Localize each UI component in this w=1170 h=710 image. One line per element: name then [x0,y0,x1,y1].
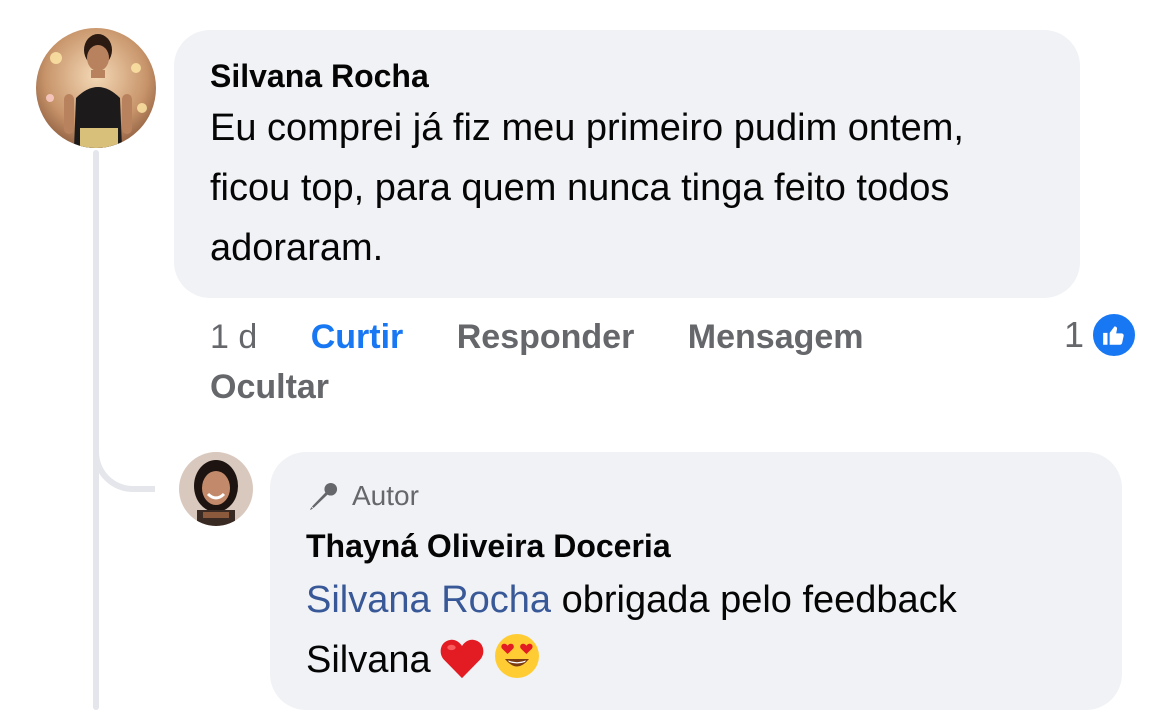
author-badge-label: Autor [352,480,419,511]
reply-avatar[interactable] [179,452,253,526]
avatar[interactable] [36,28,156,148]
author-badge: Autor [306,478,1086,514]
heart-icon [439,636,485,698]
microphone-icon [309,482,338,511]
mention-link[interactable]: Silvana Rocha [306,579,551,621]
reply-text: Silvana Rocha obrigada pelo feedback Sil… [306,570,1086,698]
comment-actions: 1 d Curtir Responder Mensagem Ocultar [210,312,970,412]
heart-eyes-emoji-icon [493,632,541,698]
comment-text: Eu comprei já fiz meu primeiro pudim ont… [210,107,964,269]
comment-timestamp[interactable]: 1 d [210,312,257,362]
reply-author-name[interactable]: Thayná Oliveira Doceria [306,526,1086,566]
reply-bubble: Autor Thayná Oliveira Doceria Silvana Ro… [270,452,1122,710]
comment-author-name[interactable]: Silvana Rocha [210,58,1044,94]
reaction-summary[interactable]: 1 [1064,311,1139,359]
reply-button[interactable]: Responder [457,312,635,362]
reaction-count: 1 [1064,314,1085,355]
comment-bubble: Silvana Rocha Eu comprei já fiz meu prim… [174,30,1080,298]
hide-button[interactable]: Ocultar [210,362,329,412]
reply-connector-curve [93,420,155,492]
thumbs-up-icon [1090,311,1139,359]
like-button[interactable]: Curtir [311,312,404,362]
message-button[interactable]: Mensagem [688,312,864,362]
